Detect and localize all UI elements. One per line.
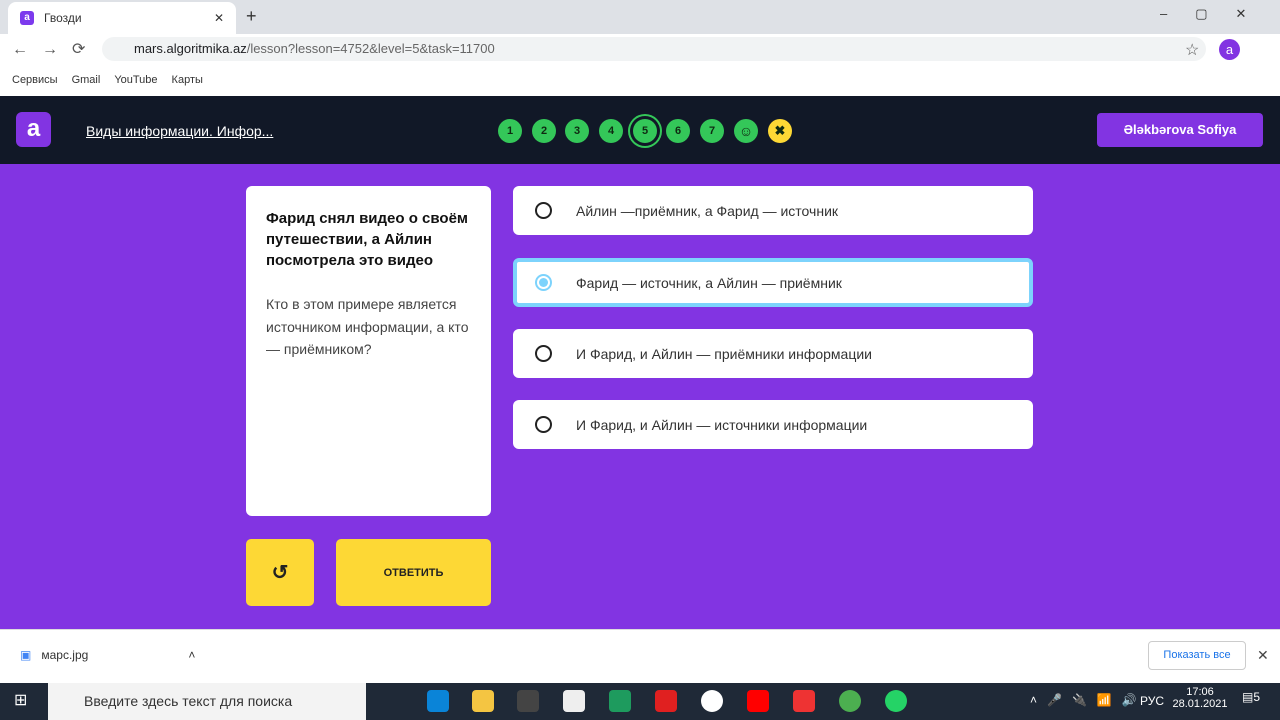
download-item[interactable]: ▣ марс.jpg ˄ — [20, 648, 195, 662]
user-button[interactable]: Ələkbərova Sofiya — [1097, 113, 1263, 147]
window-controls[interactable]: –▢✕ — [1160, 6, 1274, 22]
edge-new-icon[interactable] — [609, 690, 631, 712]
profile-avatar[interactable]: a — [1219, 39, 1240, 60]
step-4[interactable]: 4 — [599, 119, 623, 143]
clock[interactable]: 17:06 28.01.2021 — [1172, 686, 1228, 710]
favicon-icon: a — [20, 11, 34, 25]
radio-icon[interactable] — [535, 202, 552, 219]
option-2-selected[interactable]: Фарид — источник, а Айлин — приёмник — [513, 258, 1033, 307]
question-title: Фарид снял видео о своём путешествии, а … — [266, 210, 469, 269]
step-5-current[interactable]: 5 — [633, 119, 657, 143]
option-label: Айлин —приёмник, а Фарид — источник — [576, 202, 839, 219]
download-file-name: марс.jpg — [41, 648, 89, 662]
taskbar-search[interactable]: Введите здесь текст для поиска — [48, 683, 366, 720]
tray-icons[interactable]: ˄🎤🔌📶🔊 — [1030, 693, 1147, 707]
google-icon[interactable] — [701, 690, 723, 712]
tab-title: Гвозди — [44, 11, 82, 25]
close-tab-icon[interactable]: ✕ — [214, 11, 224, 25]
reset-button[interactable]: ↺ — [246, 539, 314, 606]
whatsapp-icon[interactable] — [885, 690, 907, 712]
lesson-title[interactable]: Виды информации. Инфор... — [86, 123, 273, 139]
bookmark-youtube[interactable]: YouTube — [114, 74, 157, 86]
address-bar[interactable]: mars.algoritmika.az/lesson?lesson=4752&l… — [102, 37, 1206, 61]
recorder-icon[interactable] — [793, 690, 815, 712]
step-6[interactable]: 6 — [666, 119, 690, 143]
star-icon[interactable]: ☆ — [1185, 40, 1199, 60]
url-host: mars.algoritmika.az — [134, 41, 247, 56]
option-label: И Фарид, и Айлин — приёмники информации — [576, 345, 873, 362]
chevron-up-icon[interactable]: ˄ — [188, 648, 195, 662]
radio-checked-icon[interactable] — [535, 274, 552, 291]
radio-icon[interactable] — [535, 416, 552, 433]
smiley-icon[interactable]: ☺ — [734, 119, 758, 143]
windows-start-icon[interactable]: ⊞ — [14, 690, 27, 710]
bookmark-maps[interactable]: Карты — [172, 74, 203, 86]
question-text: Кто в этом примере является источником и… — [266, 296, 469, 357]
bonus-icon[interactable]: ✖ — [768, 119, 792, 143]
question-card: Фарид снял видео о своём путешествии, а … — [246, 186, 491, 516]
yandex-icon[interactable] — [655, 690, 677, 712]
bookmarks-bar: Сервисы Gmail YouTube Карты — [0, 64, 1280, 96]
option-label: Фарид — источник, а Айлин — приёмник — [576, 274, 842, 291]
option-3[interactable]: И Фарид, и Айлин — приёмники информации — [513, 329, 1033, 378]
explorer-icon[interactable] — [472, 690, 494, 712]
logo[interactable]: a — [16, 112, 51, 147]
chrome-icon[interactable] — [839, 690, 861, 712]
store-icon[interactable] — [517, 690, 539, 712]
file-icon: ▣ — [20, 648, 32, 662]
edge-icon[interactable] — [427, 690, 449, 712]
language-indicator[interactable]: РУС — [1140, 694, 1164, 708]
bookmark-gmail[interactable]: Gmail — [72, 74, 101, 86]
show-all-button[interactable]: Показать все — [1148, 641, 1246, 670]
date: 28.01.2021 — [1172, 698, 1228, 710]
option-label: И Фарид, и Айлин — источники информации — [576, 416, 868, 433]
nav-buttons[interactable]: ←→⟳ — [12, 39, 99, 59]
youtube-icon[interactable] — [747, 690, 769, 712]
mail-icon[interactable] — [563, 690, 585, 712]
step-2[interactable]: 2 — [532, 119, 556, 143]
new-tab-icon[interactable]: + — [246, 6, 257, 27]
browser-tab[interactable]: a Гвозди ✕ — [8, 2, 236, 34]
notification-count: 5 — [1253, 690, 1261, 704]
url-path: /lesson?lesson=4752&level=5&task=11700 — [246, 41, 495, 56]
option-4[interactable]: И Фарид, и Айлин — источники информации — [513, 400, 1033, 449]
step-7[interactable]: 7 — [700, 119, 724, 143]
radio-icon[interactable] — [535, 345, 552, 362]
undo-icon: ↺ — [271, 562, 289, 584]
notifications-icon[interactable]: ▤5 — [1242, 690, 1260, 704]
option-1[interactable]: Айлин —приёмник, а Фарид — источник — [513, 186, 1033, 235]
time: 17:06 — [1186, 686, 1214, 698]
answer-button[interactable]: ОТВЕТИТЬ — [336, 539, 491, 606]
step-1[interactable]: 1 — [498, 119, 522, 143]
step-3[interactable]: 3 — [565, 119, 589, 143]
close-downloads-icon[interactable]: ✕ — [1257, 647, 1269, 664]
bookmark-services[interactable]: Сервисы — [12, 74, 58, 86]
